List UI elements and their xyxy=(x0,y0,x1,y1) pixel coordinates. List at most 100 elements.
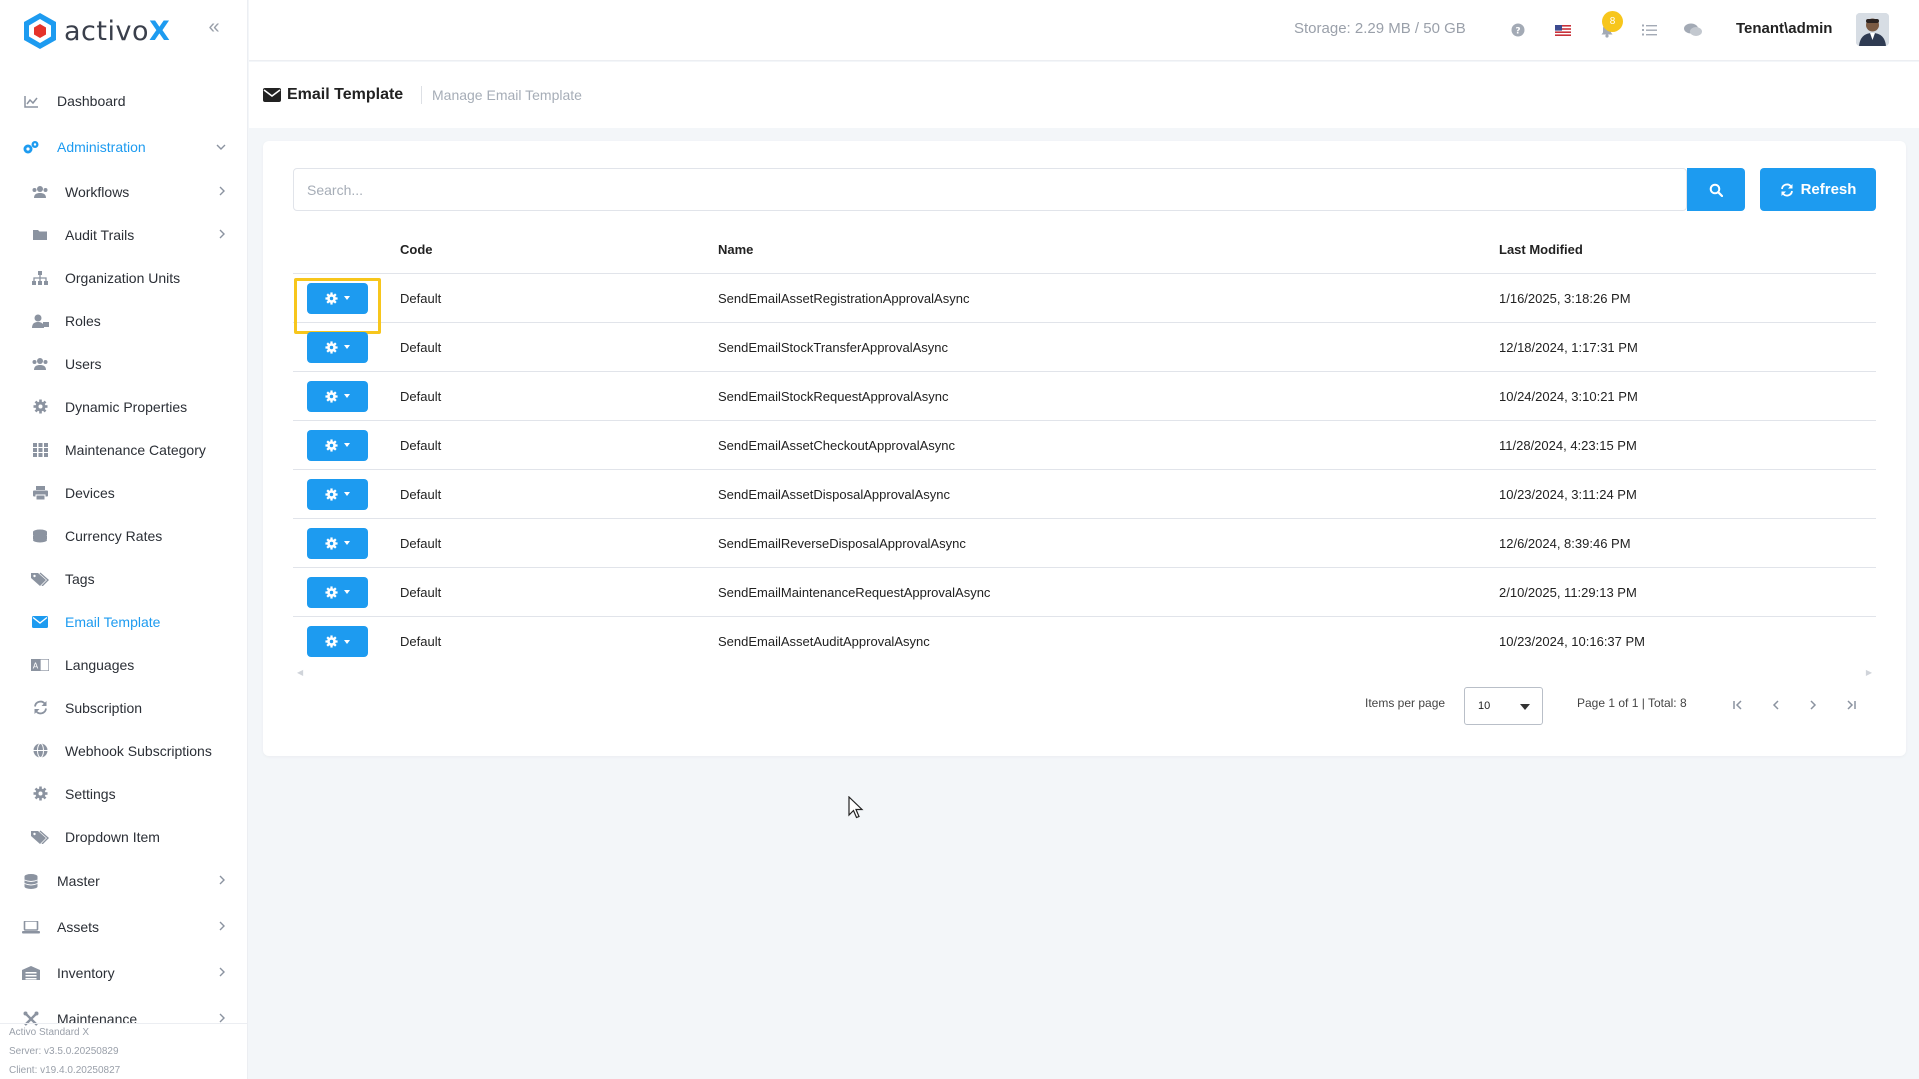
refresh-button[interactable]: Refresh xyxy=(1760,168,1876,211)
table-row[interactable]: Default SendEmailStockRequestApprovalAsyn… xyxy=(293,372,1876,421)
sidebar-item-tags[interactable]: Tags xyxy=(0,557,248,600)
gears-icon xyxy=(22,139,40,155)
template-name-cell: SendEmailAssetAuditApprovalAsync xyxy=(718,634,930,649)
table-row[interactable]: Default SendEmailAssetDisposalApprovalAsy… xyxy=(293,470,1876,519)
last-modified-header[interactable]: Last Modified xyxy=(1499,242,1876,257)
users-icon xyxy=(31,184,49,200)
template-code-cell: Default xyxy=(400,388,442,404)
chevron-right-icon xyxy=(219,920,226,934)
row-actions-button[interactable] xyxy=(307,380,368,412)
next-page-icon[interactable] xyxy=(1802,694,1824,716)
sidebar-item-maintenance-category[interactable]: Maintenance Category xyxy=(0,428,248,471)
row-actions-button[interactable] xyxy=(307,429,368,461)
sidebar-item-subscription[interactable]: Subscription xyxy=(0,686,248,729)
user-avatar[interactable] xyxy=(1856,13,1889,46)
app-logo[interactable]: activoX xyxy=(22,11,170,51)
sidebar-item-currency-rates[interactable]: Currency Rates xyxy=(0,514,248,557)
row-actions-cell xyxy=(293,626,400,657)
sync-icon xyxy=(31,700,49,716)
sidebar-item-dynamic-properties[interactable]: Dynamic Properties xyxy=(0,385,248,428)
search-input[interactable] xyxy=(293,168,1687,211)
grid-icon xyxy=(31,442,49,458)
row-actions-button[interactable] xyxy=(307,576,368,608)
last-modified-cell: 2/10/2025, 11:29:13 PM xyxy=(1499,584,1637,600)
user-name[interactable]: Tenant\admin xyxy=(1736,20,1832,37)
last-page-icon[interactable] xyxy=(1840,694,1862,716)
sidebar-item-administration[interactable]: Administration xyxy=(0,124,248,170)
sidebar-item-master[interactable]: Master xyxy=(0,858,248,904)
horizontal-scrollbar[interactable]: ◀ ▶ xyxy=(293,668,1876,677)
last-modified-cell: 10/23/2024, 3:11:24 PM xyxy=(1499,486,1637,502)
row-actions-button[interactable] xyxy=(307,478,368,510)
sidebar-item-label: Dropdown Item xyxy=(65,828,160,845)
sidebar-item-dropdown-item[interactable]: Dropdown Item xyxy=(0,815,248,858)
table-row[interactable]: Default SendEmailStockTransferApprovalAsy… xyxy=(293,323,1876,372)
version-client: Client: v19.4.0.20250827 xyxy=(9,1065,121,1076)
sidebar-item-users[interactable]: Users xyxy=(0,342,248,385)
laptop-icon xyxy=(22,919,40,935)
table-row[interactable]: Default SendEmailAssetCheckoutApprovalAsy… xyxy=(293,421,1876,470)
language-icon: A xyxy=(31,657,49,673)
code-header[interactable]: Code xyxy=(400,242,718,257)
caret-down-icon xyxy=(344,345,350,349)
chevron-right-icon xyxy=(219,874,226,888)
help-icon[interactable]: ? xyxy=(1508,20,1528,40)
page-title: Email Template xyxy=(263,86,403,104)
chevron-right-icon xyxy=(219,185,226,199)
template-name-cell: SendEmailAssetCheckoutApprovalAsync xyxy=(718,437,956,453)
sidebar-item-email-template[interactable]: Email Template xyxy=(0,600,248,643)
row-actions-button[interactable] xyxy=(307,331,368,363)
caret-down-icon xyxy=(344,394,350,398)
caret-down-icon xyxy=(344,639,350,644)
version-server: Server: v3.5.0.20250829 xyxy=(9,1046,119,1057)
cog-icon xyxy=(325,585,338,599)
row-actions-cell xyxy=(293,380,400,412)
sidebar-item-label: Tags xyxy=(65,570,95,587)
sidebar-item-assets[interactable]: Assets xyxy=(0,904,248,950)
search-button[interactable] xyxy=(1687,168,1745,211)
us-flag-icon[interactable] xyxy=(1553,20,1573,40)
first-page-icon[interactable] xyxy=(1727,694,1749,716)
cog-icon xyxy=(325,389,338,403)
last-modified-cell: 10/24/2024, 3:10:21 PM xyxy=(1499,388,1638,404)
table-row[interactable]: Default SendEmailAssetAuditApprovalAsync 1… xyxy=(293,617,1876,666)
template-name-cell: SendEmailAssetRegistrationApprovalAsync xyxy=(718,290,970,306)
page-info: Page 1 of 1 | Total: 8 xyxy=(1577,696,1687,710)
sidebar-item-organization-units[interactable]: Organization Units xyxy=(0,256,248,299)
items-per-page-select[interactable]: 10 xyxy=(1464,687,1543,725)
sidebar-item-roles[interactable]: Roles xyxy=(0,299,248,342)
task-list-icon[interactable] xyxy=(1639,20,1659,40)
name-header[interactable]: Name xyxy=(718,242,1499,257)
chat-icon[interactable] xyxy=(1683,20,1703,40)
table-row[interactable]: Default SendEmailMaintenanceRequestApprov… xyxy=(293,568,1876,617)
sidebar-item-webhook-subscriptions[interactable]: Webhook Subscriptions xyxy=(0,729,248,772)
tags-icon xyxy=(31,829,49,845)
template-code-cell: Default xyxy=(400,290,442,306)
template-code-cell: Default xyxy=(400,584,442,600)
sidebar-item-settings[interactable]: Settings xyxy=(0,772,248,815)
sidebar-item-label: Assets xyxy=(57,919,100,935)
table-row[interactable]: Default SendEmailAssetRegistrationApprova… xyxy=(293,274,1876,334)
top-header: Storage: 2.29 MB / 50 GB ? 8 Tenant\admi… xyxy=(249,0,1919,61)
sidebar-item-audit-trails[interactable]: Audit Trails xyxy=(0,213,248,256)
sidebar-item-workflows[interactable]: Workflows xyxy=(0,170,248,213)
sidebar-item-inventory[interactable]: Inventory xyxy=(0,950,248,996)
row-actions-button[interactable] xyxy=(307,282,368,314)
template-code-cell: Default xyxy=(400,634,442,649)
cog-icon xyxy=(31,399,49,415)
cog-icon xyxy=(325,487,338,501)
template-code-cell: Default xyxy=(400,535,442,551)
template-code-cell: Default xyxy=(400,339,442,355)
mouse-cursor-icon xyxy=(848,795,864,823)
sidebar-item-languages[interactable]: A Languages xyxy=(0,643,248,686)
row-actions-button[interactable] xyxy=(307,626,368,657)
items-per-page-label: Items per page xyxy=(1365,696,1446,710)
table-row[interactable]: Default SendEmailReverseDisposalApprovalA… xyxy=(293,519,1876,568)
email-template-table: Code Name Last Modified Default SendEmail… xyxy=(293,225,1876,666)
collapse-sidebar-icon[interactable]: « xyxy=(203,17,225,39)
sidebar-item-dashboard[interactable]: Dashboard xyxy=(0,78,248,124)
sidebar-item-label: Audit Trails xyxy=(65,226,135,243)
prev-page-icon[interactable] xyxy=(1765,694,1787,716)
sidebar-item-devices[interactable]: Devices xyxy=(0,471,248,514)
row-actions-button[interactable] xyxy=(307,527,368,559)
